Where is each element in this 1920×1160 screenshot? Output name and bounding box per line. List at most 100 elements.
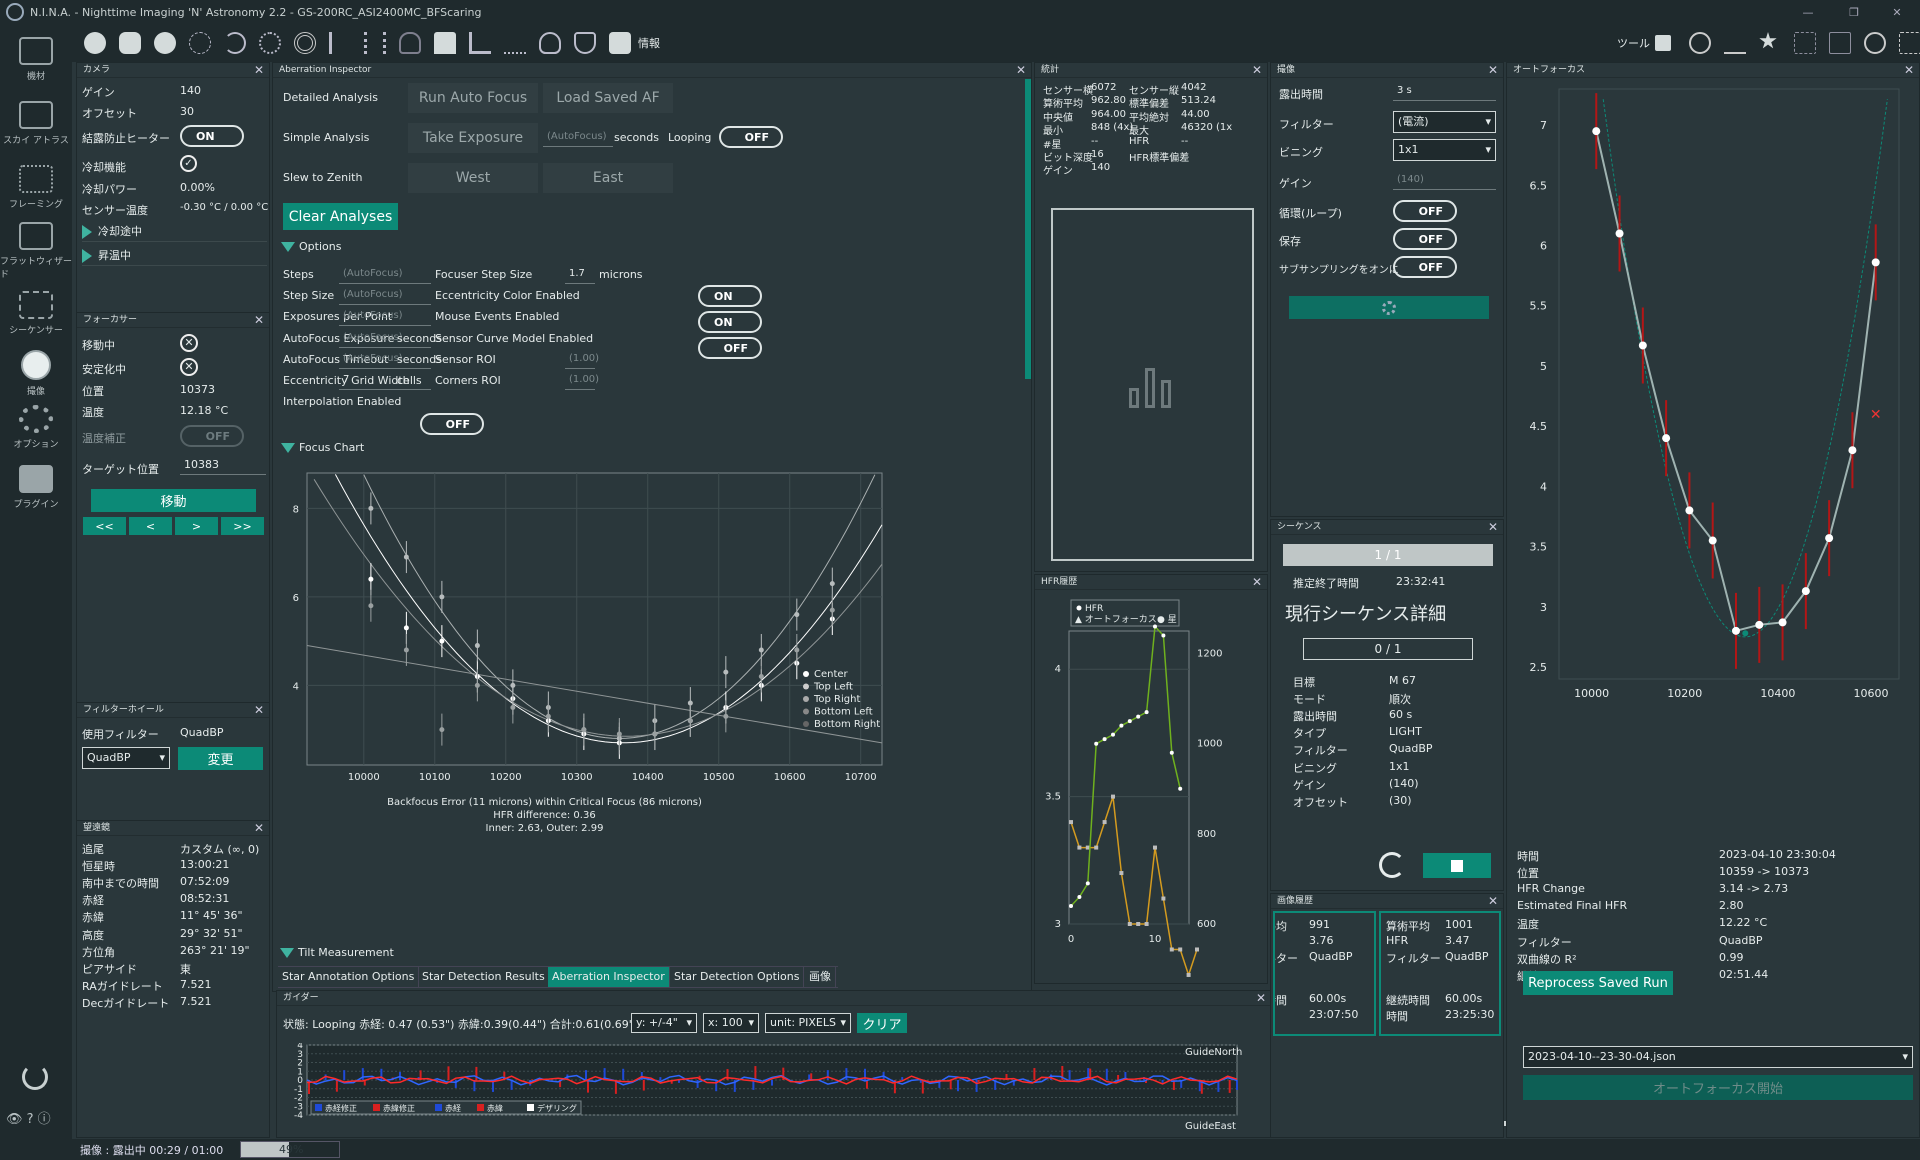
- fullscreen-icon[interactable]: [1899, 32, 1920, 54]
- filter-select[interactable]: QuadBP: [82, 747, 170, 769]
- clear-analyses-button[interactable]: Clear Analyses: [283, 203, 398, 230]
- sliders-tool-icon[interactable]: [364, 32, 386, 54]
- close-icon[interactable]: ✕: [254, 703, 264, 718]
- scrollbar-thumb[interactable]: [1025, 79, 1031, 379]
- step-right-button[interactable]: >: [175, 517, 218, 535]
- tools-label[interactable]: ツール: [1617, 35, 1650, 51]
- reprocess-saved-run-button[interactable]: Reprocess Saved Run: [1523, 971, 1673, 995]
- focuser-tool-icon[interactable]: [154, 32, 176, 54]
- move-button[interactable]: 移動: [91, 489, 256, 512]
- looping-toggle[interactable]: OFF: [719, 126, 783, 148]
- mouse-events-toggle[interactable]: ON: [698, 311, 762, 333]
- tab-star-annotation[interactable]: Star Annotation Options: [278, 967, 420, 987]
- y-scale-select[interactable]: y: +/-4": [631, 1013, 697, 1033]
- run-autofocus-button[interactable]: Run Auto Focus: [408, 83, 538, 113]
- tab-star-detection-options[interactable]: Star Detection Options: [670, 967, 805, 987]
- close-icon[interactable]: ✕: [254, 313, 264, 328]
- option-input[interactable]: (AutoFocus): [339, 265, 431, 284]
- close-icon[interactable]: ✕: [1488, 63, 1498, 78]
- help-icons[interactable]: 👁 ? ⓘ: [6, 1108, 51, 1127]
- temp-comp-toggle[interactable]: OFF: [180, 425, 244, 447]
- filterwheel-tool-icon[interactable]: [119, 32, 141, 54]
- close-icon[interactable]: ✕: [1252, 63, 1262, 78]
- af-file-select[interactable]: 2023-04-10--23-30-04.json: [1523, 1046, 1913, 1068]
- close-icon[interactable]: ✕: [1488, 894, 1498, 909]
- option-input[interactable]: (1.00): [565, 350, 599, 369]
- list-tool-icon[interactable]: [329, 32, 351, 54]
- brush-icon[interactable]: [1724, 32, 1746, 54]
- option-input[interactable]: (1.00): [565, 371, 599, 390]
- slew-east-button[interactable]: East: [543, 163, 673, 193]
- magnify-icon[interactable]: [1689, 32, 1711, 54]
- close-icon[interactable]: ✕: [1488, 520, 1498, 535]
- take-exposure-button[interactable]: Take Exposure: [408, 123, 538, 153]
- close-icon[interactable]: ✕: [1252, 575, 1262, 590]
- cooling-expander[interactable]: 冷却途中: [82, 223, 267, 242]
- nav-equipment[interactable]: 機材: [0, 28, 72, 90]
- subsample-toggle[interactable]: OFF: [1393, 256, 1457, 278]
- sensor-curve-toggle[interactable]: OFF: [698, 337, 762, 359]
- exposure-time-input[interactable]: 3 s: [1393, 82, 1496, 101]
- close-icon[interactable]: ✕: [1256, 991, 1266, 1006]
- target-position-input[interactable]: 10383: [180, 456, 266, 475]
- nav-options[interactable]: オプション: [0, 396, 72, 458]
- step-left-button[interactable]: <: [129, 517, 172, 535]
- cloud-tool-icon[interactable]: [399, 32, 421, 54]
- start-autofocus-button[interactable]: オートフォーカス開始: [1523, 1075, 1913, 1100]
- unit-select[interactable]: unit: PIXELS: [765, 1013, 851, 1033]
- tab-star-detection-results[interactable]: Star Detection Results: [418, 967, 550, 987]
- focus-chart-expander[interactable]: Focus Chart: [281, 441, 364, 454]
- load-saved-af-button[interactable]: Load Saved AF: [543, 83, 673, 113]
- change-filter-button[interactable]: 変更: [178, 747, 263, 770]
- slew-west-button[interactable]: West: [408, 163, 538, 193]
- chart-tool-icon[interactable]: [469, 32, 491, 54]
- close-icon[interactable]: ✕: [1904, 63, 1914, 78]
- shield-tool-icon[interactable]: [574, 32, 596, 54]
- eccentricity-color-toggle[interactable]: ON: [698, 285, 762, 307]
- history-card[interactable]: 平均 991 3.76 ルター QuadBP 時間 60.00s 23:07:50: [1273, 911, 1376, 1036]
- target-tool-icon[interactable]: [294, 32, 316, 54]
- nav-framing[interactable]: フレーミング: [0, 156, 72, 218]
- tab-image[interactable]: 画像: [805, 967, 836, 987]
- x-scale-select[interactable]: x: 100: [703, 1013, 759, 1033]
- interpolation-toggle[interactable]: OFF: [420, 413, 484, 435]
- option-input[interactable]: 1.7: [565, 265, 595, 284]
- focus-chart[interactable]: Auto Focus 10000 10100 10200 10300 10400 10500…: [281, 463, 1026, 993]
- plugin-tool-icon[interactable]: [609, 32, 631, 54]
- minimize-button[interactable]: —: [1785, 0, 1831, 24]
- option-input[interactable]: (AutoFocus): [339, 286, 431, 306]
- tab-aberration-inspector[interactable]: Aberration Inspector: [548, 967, 670, 987]
- info-label[interactable]: 情報: [638, 35, 660, 51]
- nav-plugins[interactable]: プラグイン: [0, 456, 72, 518]
- save-toggle[interactable]: OFF: [1393, 228, 1457, 250]
- maximize-button[interactable]: ❐: [1831, 0, 1877, 24]
- camera-tool-icon[interactable]: [84, 32, 106, 54]
- gain-input[interactable]: (140): [1393, 171, 1496, 190]
- nav-flatwizard[interactable]: フラットウィザード: [0, 220, 72, 282]
- scrollbar[interactable]: [1025, 79, 1031, 379]
- nav-sequencer[interactable]: シーケンサー: [0, 282, 72, 344]
- exposure-time-input[interactable]: (AutoFocus): [543, 128, 613, 147]
- tilt-expander[interactable]: Tilt Measurement: [280, 946, 394, 959]
- binning-select[interactable]: 1x1: [1393, 139, 1496, 161]
- af-icon[interactable]: [1794, 32, 1816, 54]
- rotator-tool-icon[interactable]: [189, 32, 211, 54]
- close-icon[interactable]: ✕: [254, 821, 264, 836]
- option-input[interactable]: (AutoFocus): [339, 307, 431, 327]
- nav-skyatlas[interactable]: スカイ アトラス: [0, 92, 72, 154]
- grid-icon[interactable]: [1829, 32, 1851, 54]
- warming-expander[interactable]: 昇温中: [82, 247, 267, 266]
- history-icon[interactable]: [1864, 32, 1886, 54]
- guide-tool-icon[interactable]: [504, 32, 526, 54]
- step-big-right-button[interactable]: >>: [221, 517, 264, 535]
- refresh-tool-icon[interactable]: [224, 32, 246, 54]
- filter-select[interactable]: (電流): [1393, 111, 1496, 133]
- step-big-left-button[interactable]: <<: [83, 517, 126, 535]
- stop-sequence-button[interactable]: [1423, 853, 1491, 878]
- loop-toggle[interactable]: OFF: [1393, 200, 1457, 222]
- dome-tool-icon[interactable]: [434, 32, 456, 54]
- telescope-tool-icon[interactable]: [259, 32, 281, 54]
- close-icon[interactable]: ✕: [1016, 63, 1026, 78]
- nav-imaging[interactable]: 撮像: [0, 342, 72, 404]
- close-icon[interactable]: ✕: [254, 63, 264, 78]
